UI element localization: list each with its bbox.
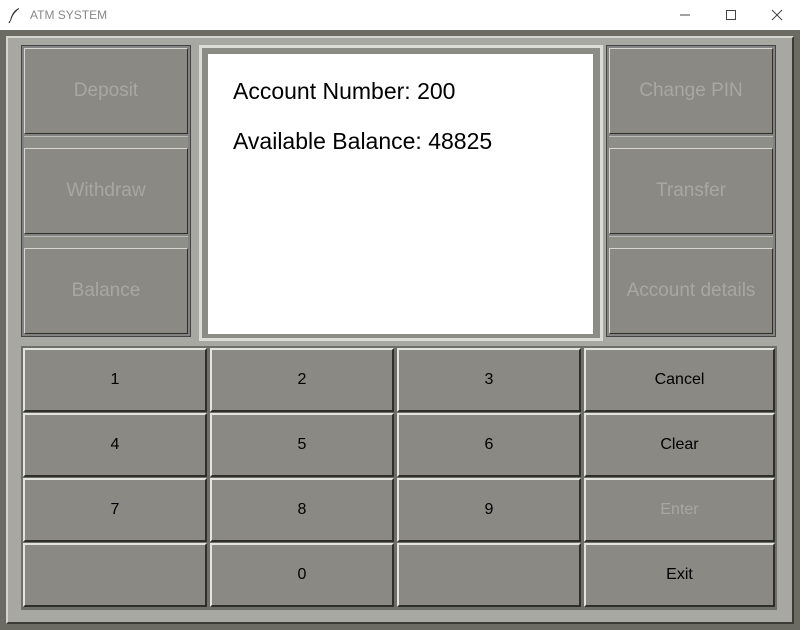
maximize-icon (726, 10, 736, 20)
feather-icon (8, 7, 22, 24)
account-number-text: Account Number: 200 (233, 78, 456, 104)
withdraw-button[interactable]: Withdraw (24, 148, 188, 234)
right-button-column: Change PIN Transfer Account details (606, 45, 776, 337)
available-balance-text: Available Balance: 48825 (233, 128, 493, 154)
blank-key-left[interactable] (23, 543, 207, 607)
divider (609, 136, 773, 148)
key-4[interactable]: 4 (23, 413, 207, 477)
atm-window: ATM SYSTEM Deposit Withdraw Balance Acco… (0, 0, 803, 630)
cancel-button[interactable]: Cancel (584, 348, 775, 412)
maximize-button[interactable] (708, 0, 754, 30)
divider (609, 236, 773, 248)
key-5[interactable]: 5 (210, 413, 394, 477)
enter-button[interactable]: Enter (584, 478, 775, 542)
divider (24, 136, 188, 148)
clear-button[interactable]: Clear (584, 413, 775, 477)
minimize-button[interactable] (662, 0, 708, 30)
title-bar: ATM SYSTEM (0, 0, 803, 30)
divider (24, 236, 188, 248)
minimize-icon (680, 14, 690, 16)
key-2[interactable]: 2 (210, 348, 394, 412)
deposit-button[interactable]: Deposit (24, 48, 188, 134)
key-0[interactable]: 0 (210, 543, 394, 607)
close-icon (771, 9, 783, 21)
key-8[interactable]: 8 (210, 478, 394, 542)
key-1[interactable]: 1 (23, 348, 207, 412)
keypad: 1 2 3 Cancel 4 5 6 Clear 7 8 9 Enter 0 E… (21, 346, 777, 610)
close-button[interactable] (754, 0, 800, 30)
key-9[interactable]: 9 (397, 478, 581, 542)
blank-key-right[interactable] (397, 543, 581, 607)
display-screen: Account Number: 200 Available Balance: 4… (208, 54, 593, 334)
exit-button[interactable]: Exit (584, 543, 775, 607)
account-details-button[interactable]: Account details (609, 248, 773, 334)
key-3[interactable]: 3 (397, 348, 581, 412)
transfer-button[interactable]: Transfer (609, 148, 773, 234)
key-6[interactable]: 6 (397, 413, 581, 477)
key-7[interactable]: 7 (23, 478, 207, 542)
change-pin-button[interactable]: Change PIN (609, 48, 773, 134)
window-title: ATM SYSTEM (30, 8, 108, 22)
balance-button[interactable]: Balance (24, 248, 188, 334)
left-button-column: Deposit Withdraw Balance (21, 45, 191, 337)
